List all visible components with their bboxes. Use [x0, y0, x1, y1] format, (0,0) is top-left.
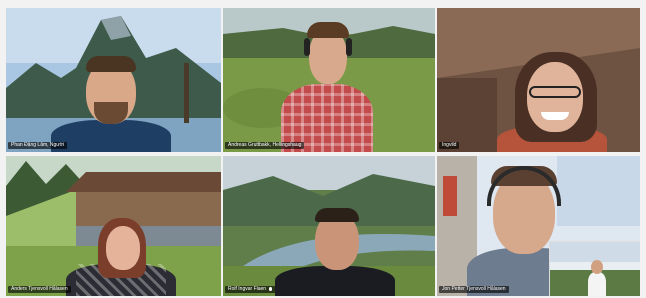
participant-name: Jon Petter Tjensvoll Hålasen [442, 286, 506, 292]
participant-name: Andreas Gruttbakk, Hellingshaug [228, 142, 302, 148]
participant-name-tag: Andreas Gruttbakk, Hellingshaug [225, 142, 305, 149]
participant-tile[interactable]: Anders Tjensvoll Hålasen [6, 156, 221, 296]
participant-name-tag: Jon Petter Tjensvoll Hålasen [439, 286, 509, 293]
participant-name: Ingvild [442, 142, 457, 148]
participant-name-tag: Phan Đặng Lâm, Người [8, 142, 68, 149]
participant-name-tag: Anders Tjensvoll Hålasen [8, 286, 71, 293]
participant-name: Rolf Ingvar Flaen [228, 286, 267, 292]
participant-tile[interactable]: Phan Đặng Lâm, Người [6, 8, 221, 152]
video-call-gallery: Phan Đặng Lâm, Người Andreas Gruttbakk, … [6, 8, 640, 296]
mic-off-icon [269, 287, 273, 292]
participant-name: Phan Đặng Lâm, Người [11, 142, 65, 148]
self-view-video[interactable] [549, 241, 640, 296]
participant-name: Anders Tjensvoll Hålasen [11, 286, 68, 292]
participant-tile[interactable]: Rolf Ingvar Flaen [223, 156, 435, 296]
participant-tile[interactable]: Ingvild [437, 8, 640, 152]
participant-name-tag: Rolf Ingvar Flaen [225, 286, 276, 293]
participant-tile[interactable]: Andreas Gruttbakk, Hellingshaug [223, 8, 435, 152]
participant-name-tag: Ingvild [439, 142, 460, 149]
participant-tile[interactable]: Jon Petter Tjensvoll Hålasen [437, 156, 640, 296]
